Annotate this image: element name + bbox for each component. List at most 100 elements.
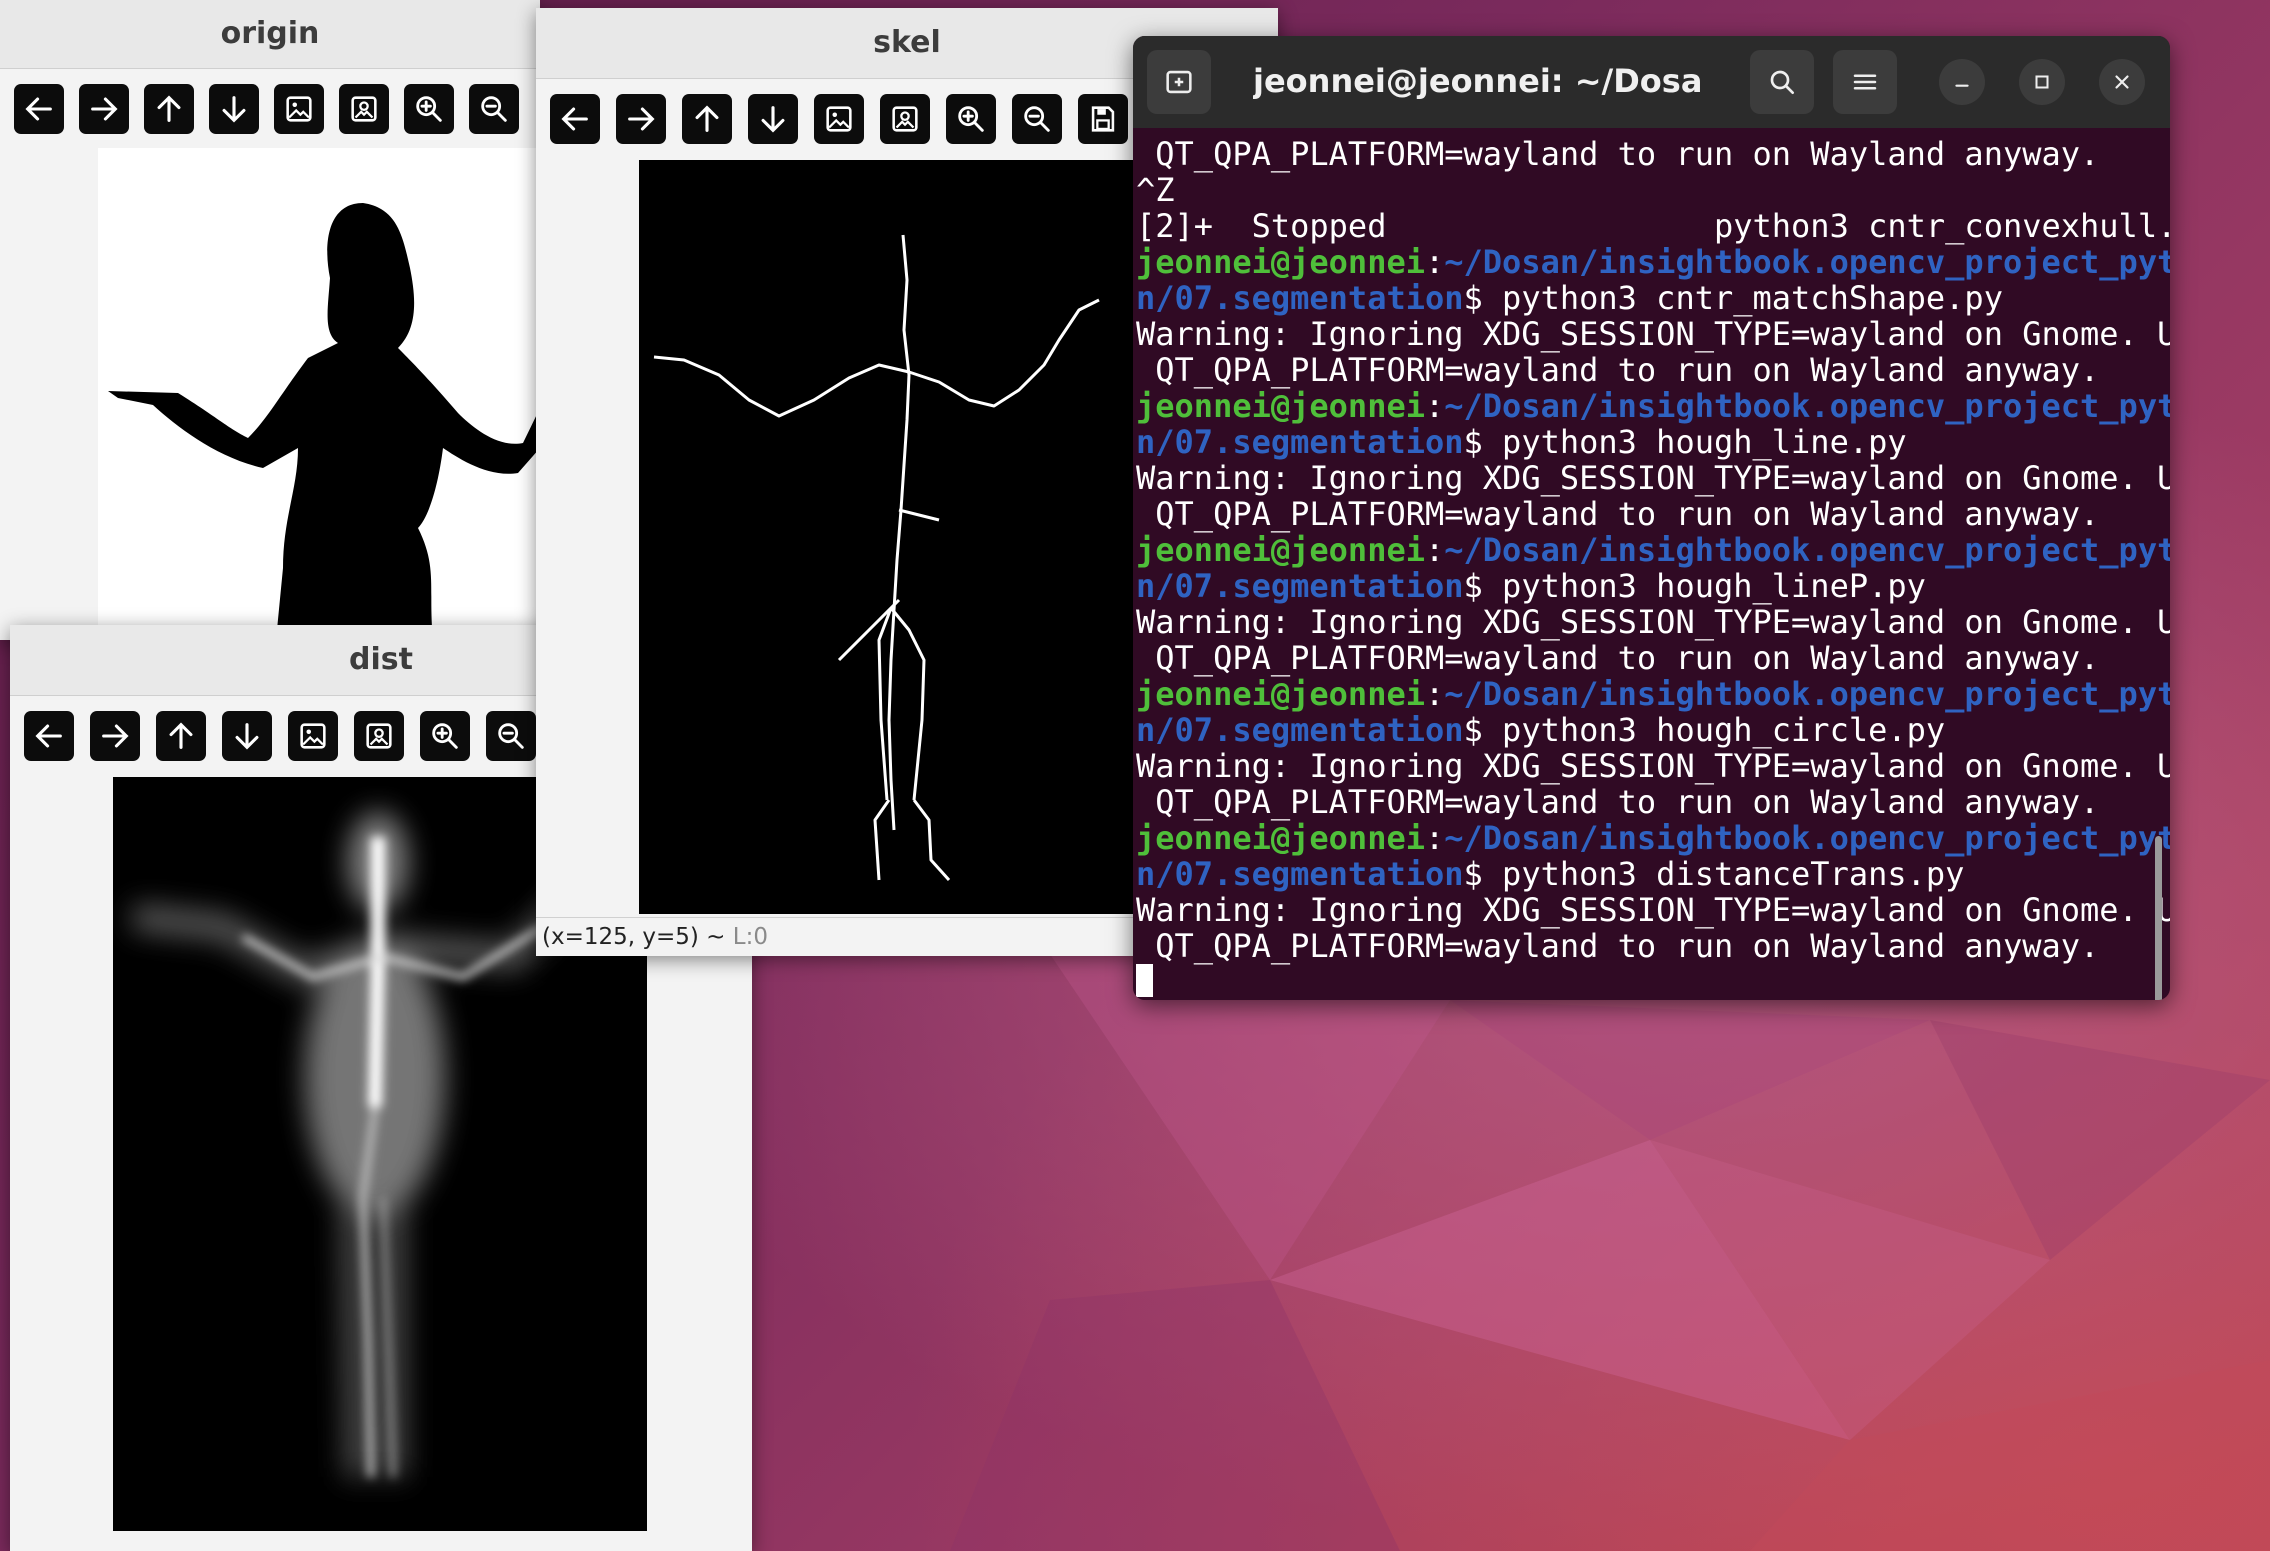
image-icon	[826, 106, 852, 132]
terminal-scrollbar[interactable]	[2155, 836, 2162, 1000]
window-title: skel	[873, 25, 941, 60]
image-icon	[286, 96, 312, 122]
pan-down-button[interactable]	[222, 711, 272, 761]
arrow-left-icon	[561, 107, 588, 131]
pan-left-button[interactable]	[24, 711, 74, 761]
prompt-path-continued: n/07.segmentation	[1136, 567, 1464, 605]
zoom-in-button[interactable]	[420, 711, 470, 761]
prompt-command: $ python3 distanceTrans.py	[1463, 855, 1965, 893]
terminal-output-line: Warning: Ignoring XDG_SESSION_TYPE=wayla…	[1136, 891, 2170, 929]
terminal-prompt-line-wrap: n/07.segmentation$ python3 hough_line.py	[1136, 424, 2146, 460]
cursor-coords: (x=125, y=5) ~	[542, 924, 726, 950]
terminal-prompt-line: jeonnei@jeonnei:~/Dosan/insightbook.open…	[1136, 387, 2170, 425]
terminal-headerbar[interactable]: jeonnei@jeonnei: ~/Dosan/ins...	[1133, 36, 2170, 128]
minimize-icon	[1955, 84, 1969, 87]
zoom-in-button[interactable]	[946, 94, 996, 144]
text-cursor	[1136, 964, 1153, 997]
terminal-window[interactable]: jeonnei@jeonnei: ~/Dosan/ins... QT_QPA_P…	[1133, 36, 2170, 1000]
pan-up-button[interactable]	[156, 711, 206, 761]
zoom-original-button[interactable]	[274, 84, 324, 134]
terminal-prompt-line: jeonnei@jeonnei:~/Dosan/insightbook.open…	[1136, 243, 2170, 281]
maximize-icon	[2035, 75, 2049, 89]
terminal-output-line: QT_QPA_PLATFORM=wayland to run on Waylan…	[1136, 495, 2100, 533]
terminal-prompt-line-wrap: n/07.segmentation$ python3 cntr_matchSha…	[1136, 280, 2146, 316]
terminal-output-line: QT_QPA_PLATFORM=wayland to run on Waylan…	[1136, 351, 2100, 389]
arrow-up-icon	[169, 722, 193, 749]
new-tab-icon	[1166, 70, 1192, 94]
zoom-out-button[interactable]	[469, 84, 519, 134]
zoom-out-button[interactable]	[1012, 94, 1062, 144]
origin-window[interactable]: origin	[0, 0, 540, 640]
zoom-out-icon	[498, 723, 524, 749]
prompt-user: jeonnei@jeonnei	[1136, 243, 1425, 281]
arrow-down-icon	[235, 723, 259, 750]
prompt-separator: :	[1424, 819, 1445, 857]
zoom-in-button[interactable]	[404, 84, 454, 134]
close-button[interactable]	[2099, 59, 2145, 105]
search-button[interactable]	[1750, 50, 1814, 114]
maximize-button[interactable]	[2019, 59, 2065, 105]
image-icon	[300, 723, 326, 749]
silhouette-image	[108, 203, 540, 640]
pan-up-button[interactable]	[144, 84, 194, 134]
properties-button[interactable]	[880, 94, 930, 144]
menu-button[interactable]	[1833, 50, 1897, 114]
pan-up-button[interactable]	[682, 94, 732, 144]
search-icon	[1770, 70, 1794, 94]
terminal-output-line: Warning: Ignoring XDG_SESSION_TYPE=wayla…	[1136, 747, 2170, 785]
zoom-original-button[interactable]	[814, 94, 864, 144]
properties-button[interactable]	[339, 84, 389, 134]
close-icon	[2115, 75, 2129, 89]
prompt-separator: :	[1424, 387, 1445, 425]
image-settings-icon	[351, 96, 377, 122]
arrow-left-icon	[35, 724, 62, 748]
zoom-in-icon	[958, 106, 984, 132]
pan-down-button[interactable]	[748, 94, 798, 144]
terminal-output-line: [2]+ Stopped python3 cntr_convexhull.py	[1136, 207, 2170, 245]
origin-toolbar	[0, 84, 540, 134]
terminal-output-line: ^Z	[1136, 171, 1175, 209]
save-button[interactable]	[1078, 94, 1128, 144]
pan-down-button[interactable]	[209, 84, 259, 134]
arrow-right-icon	[91, 97, 118, 121]
prompt-path: ~/Dosan/insightbook.opencv_project_pytho	[1444, 243, 2170, 281]
prompt-path-continued: n/07.segmentation	[1136, 423, 1464, 461]
pan-left-button[interactable]	[550, 94, 600, 144]
zoom-in-icon	[416, 96, 442, 122]
origin-titlebar[interactable]: origin	[0, 0, 540, 69]
prompt-path-continued: n/07.segmentation	[1136, 711, 1464, 749]
prompt-separator: :	[1424, 675, 1445, 713]
pan-right-button[interactable]	[90, 711, 140, 761]
prompt-command: $ python3 hough_circle.py	[1463, 711, 1946, 749]
pan-right-button[interactable]	[616, 94, 666, 144]
terminal-prompt-line: jeonnei@jeonnei:~/Dosan/insightbook.open…	[1136, 675, 2170, 713]
terminal-prompt-line: jeonnei@jeonnei:~/Dosan/insightbook.open…	[1136, 819, 2170, 857]
arrow-up-icon	[157, 95, 181, 122]
zoom-out-button[interactable]	[486, 711, 536, 761]
terminal-output-line: Warning: Ignoring XDG_SESSION_TYPE=wayla…	[1136, 459, 2170, 497]
minimize-button[interactable]	[1939, 59, 1985, 105]
zoom-original-button[interactable]	[288, 711, 338, 761]
terminal-output-line: Warning: Ignoring XDG_SESSION_TYPE=wayla…	[1136, 603, 2170, 641]
prompt-user: jeonnei@jeonnei	[1136, 387, 1425, 425]
pan-right-button[interactable]	[79, 84, 129, 134]
pan-left-button[interactable]	[14, 84, 64, 134]
terminal-output[interactable]: QT_QPA_PLATFORM=wayland to run on Waylan…	[1136, 136, 2170, 1000]
terminal-prompt-line-wrap: n/07.segmentation$ python3 distanceTrans…	[1136, 856, 2146, 892]
image-settings-icon	[366, 723, 392, 749]
arrow-down-icon	[222, 96, 246, 123]
prompt-path: ~/Dosan/insightbook.opencv_project_pytho	[1444, 819, 2170, 857]
prompt-path: ~/Dosan/insightbook.opencv_project_pytho	[1444, 387, 2170, 425]
terminal-output-line: QT_QPA_PLATFORM=wayland to run on Waylan…	[1136, 783, 2100, 821]
prompt-command: $ python3 hough_lineP.py	[1463, 567, 1926, 605]
arrow-left-icon	[25, 97, 52, 121]
prompt-path-continued: n/07.segmentation	[1136, 855, 1464, 893]
new-tab-button[interactable]	[1147, 50, 1211, 114]
zoom-out-icon	[1024, 106, 1050, 132]
terminal-output-line: QT_QPA_PLATFORM=wayland to run on Waylan…	[1136, 639, 2100, 677]
properties-button[interactable]	[354, 711, 404, 761]
origin-image	[98, 148, 540, 640]
prompt-path-continued: n/07.segmentation	[1136, 279, 1464, 317]
terminal-output-line: QT_QPA_PLATFORM=wayland to run on Waylan…	[1136, 927, 2100, 965]
prompt-path: ~/Dosan/insightbook.opencv_project_pytho	[1444, 531, 2170, 569]
